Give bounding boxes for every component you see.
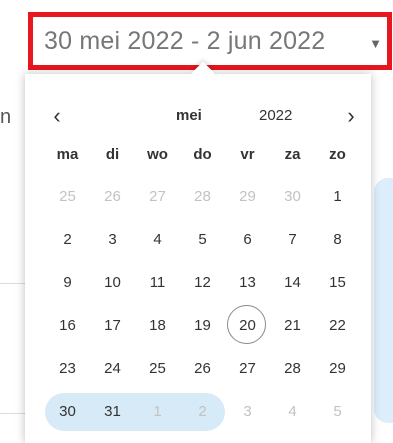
year-selector[interactable]: 2022 — [259, 107, 292, 124]
background-text-fragment: n — [0, 106, 12, 128]
weekday-label: vr — [240, 146, 255, 163]
weekday-label: do — [193, 146, 212, 163]
calendar-day[interactable]: 12 — [180, 264, 225, 302]
calendar-week: 9 10 11 12 13 14 15 — [45, 260, 360, 300]
calendar-day[interactable]: 19 — [180, 307, 225, 345]
calendar-day[interactable]: 14 — [270, 264, 315, 302]
calendar-day[interactable]: 18 — [135, 307, 180, 345]
month-selector[interactable]: mei — [176, 107, 202, 124]
calendar-day[interactable]: 23 — [45, 350, 90, 388]
calendar-day[interactable]: 4 — [135, 221, 180, 259]
calendar-week: 2345678 — [45, 217, 360, 257]
weekday-label: zo — [329, 146, 346, 163]
calendar-day-selected[interactable]: 30 — [45, 393, 90, 431]
calendar-day-selected[interactable]: 31 — [90, 393, 135, 431]
calendar-day[interactable]: 8 — [315, 221, 360, 259]
calendar-day[interactable]: 6 — [225, 221, 270, 259]
calendar-day[interactable]: 10 — [90, 264, 135, 302]
calendar-week: 30 31 1 2 3 4 5 — [45, 389, 360, 431]
calendar-day[interactable]: 26 — [90, 178, 135, 216]
calendar-day[interactable]: 16 — [45, 307, 90, 345]
chevron-right-icon[interactable]: › — [337, 102, 365, 132]
calendar-week: 23 24 25 26 27 28 29 — [45, 346, 360, 386]
weekday-header: ma di wo do vr za zo — [45, 146, 360, 170]
calendar-day[interactable]: 2 — [45, 221, 90, 259]
calendar-day-selected[interactable]: 1 — [135, 393, 180, 431]
calendar-day[interactable]: 27 — [135, 178, 180, 216]
calendar-day[interactable]: 29 — [225, 178, 270, 216]
weekday-label: di — [105, 146, 120, 163]
calendar-day[interactable]: 4 — [270, 393, 315, 431]
calendar-day[interactable]: 17 — [90, 307, 135, 345]
calendar-day[interactable]: 21 — [270, 307, 315, 345]
background-panel — [374, 178, 393, 423]
calendar-day-selected[interactable]: 2 — [180, 393, 225, 431]
date-range-value: 30 mei 2022 - 2 jun 2022 — [44, 26, 326, 55]
datepicker-popup: ‹ mei 2022 › ma di wo do vr za zo 25 26 27 28 29 30… — [25, 61, 371, 443]
calendar-day[interactable]: 5 — [315, 393, 360, 431]
calendar-day[interactable]: 25 — [135, 350, 180, 388]
calendar-day[interactable]: 24 — [90, 350, 135, 388]
calendar-day[interactable]: 13 — [225, 264, 270, 302]
weekday-label: ma — [56, 146, 79, 163]
calendar-day[interactable]: 9 — [45, 264, 90, 302]
calendar-day[interactable]: 7 — [270, 221, 315, 259]
calendar-day[interactable]: 26 — [180, 350, 225, 388]
calendar-day[interactable]: 1 — [315, 178, 360, 216]
calendar-day[interactable]: 28 — [180, 178, 225, 216]
calendar-day[interactable]: 28 — [270, 350, 315, 388]
calendar-week: 25 26 27 28 29 30 1 — [45, 174, 360, 214]
calendar-day[interactable]: 15 — [315, 264, 360, 302]
date-range-field[interactable]: 30 mei 2022 - 2 jun 2022 ▼ — [28, 12, 392, 70]
calendar-day[interactable]: 25 — [45, 178, 90, 216]
calendar-header: ‹ mei 2022 › — [25, 102, 371, 132]
calendar-day[interactable]: 29 — [315, 350, 360, 388]
calendar-day[interactable]: 5 — [180, 221, 225, 259]
calendar-week: 16 17 18 19 20 21 22 — [45, 303, 360, 345]
calendar-day-today[interactable]: 20 — [225, 305, 270, 345]
calendar-day[interactable]: 3 — [90, 221, 135, 259]
calendar-day[interactable]: 30 — [270, 178, 315, 216]
calendar-day[interactable]: 11 — [135, 264, 180, 302]
page: n 30 mei 2022 - 2 jun 2022 ▼ ‹ mei 2022 … — [0, 0, 393, 443]
calendar-day[interactable]: 27 — [225, 350, 270, 388]
calendar-day[interactable]: 3 — [225, 393, 270, 431]
weekday-label: wo — [147, 146, 168, 163]
weekday-label: za — [284, 146, 301, 163]
caret-down-icon: ▼ — [369, 36, 382, 51]
calendar-day[interactable]: 22 — [315, 307, 360, 345]
chevron-left-icon[interactable]: ‹ — [43, 102, 71, 132]
